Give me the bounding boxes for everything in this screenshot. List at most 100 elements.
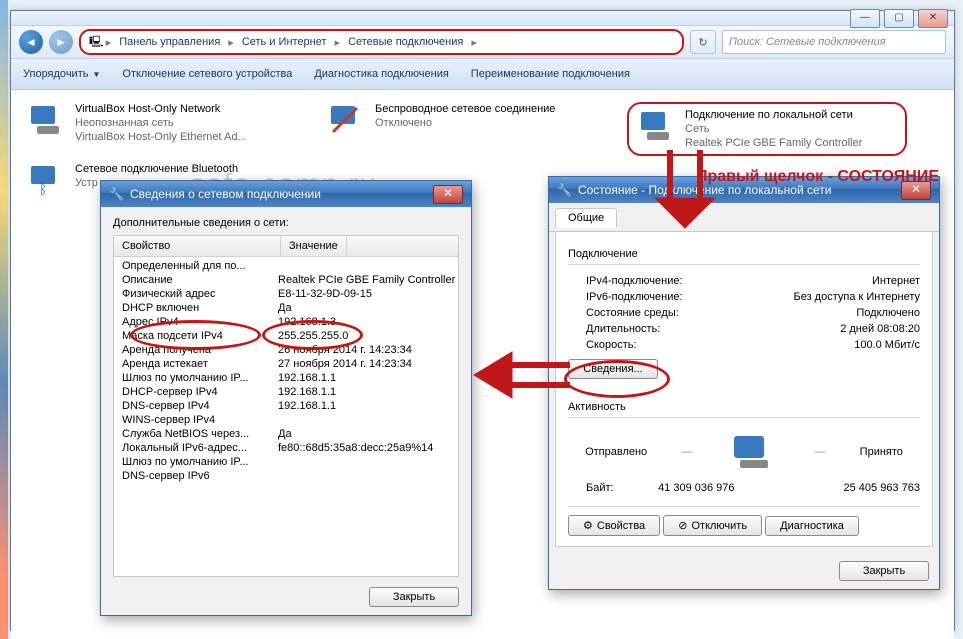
value-cell: Realtek PCIe GBE Family Controller [272, 274, 458, 286]
explorer-caption: — ▢ ✕ [11, 11, 954, 26]
status-key: Длительность: [586, 323, 660, 335]
bytes-label: Байт: [586, 482, 614, 494]
column-property[interactable]: Свойство [114, 236, 281, 256]
property-cell: DHCP включен [114, 302, 272, 314]
search-input[interactable]: Поиск: Сетевые подключения [722, 30, 946, 54]
details-button[interactable]: Сведения... [568, 359, 658, 379]
connection-title: Подключение по локальной сети [685, 108, 862, 122]
activity-icon [726, 432, 780, 472]
property-cell: Аренда получена [114, 344, 272, 356]
close-button[interactable]: ✕ [918, 9, 948, 28]
table-row[interactable]: Маска подсети IPv4255.255.255.0 [114, 329, 458, 343]
diagnose-button[interactable]: Диагностика [765, 516, 859, 536]
property-cell: Шлюз по умолчанию IP... [114, 372, 272, 384]
status-key: IPv4-подключение: [586, 275, 683, 287]
crumb[interactable]: Сетевые подключения [342, 36, 469, 48]
property-cell: DNS-сервер IPv6 [114, 470, 272, 482]
toolbar-diagnose[interactable]: Диагностика подключения [314, 68, 448, 80]
disable-icon: ⊘ [678, 520, 687, 532]
close-button[interactable]: Закрыть [369, 587, 459, 607]
table-row[interactable]: DHCP-сервер IPv4192.168.1.1 [114, 385, 458, 399]
svg-text:ᛒ: ᛒ [39, 181, 47, 197]
connection-item-lan[interactable]: Подключение по локальной сети Сеть Realt… [627, 102, 907, 156]
table-row[interactable]: DHCP включенДа [114, 301, 458, 315]
table-row[interactable]: Адрес IPv4192.168.1.3 [114, 315, 458, 329]
dialog-icon: 🔧 [109, 187, 124, 201]
close-button[interactable]: Закрыть [839, 561, 929, 581]
breadcrumb[interactable]: 🖳 ▸ Панель управления ▸ Сеть и Интернет … [79, 29, 684, 55]
table-row[interactable]: DNS-сервер IPv4192.168.1.1 [114, 399, 458, 413]
status-key: IPv6-подключение: [586, 291, 683, 303]
table-row[interactable]: Шлюз по умолчанию IP...192.168.1.1 [114, 371, 458, 385]
connection-title: Сетевое подключение Bluetooth [75, 162, 238, 176]
tab-general[interactable]: Общие [555, 208, 617, 228]
dialog-titlebar[interactable]: 🔧 Сведения о сетевом подключении ✕ [101, 181, 471, 207]
disable-button[interactable]: ⊘Отключить [663, 515, 762, 536]
table-row[interactable]: Шлюз по умолчанию IP... [114, 455, 458, 469]
nav-back-button[interactable]: ◄ [19, 30, 43, 54]
status-value: Интернет [872, 275, 920, 287]
crumb[interactable]: Панель управления [113, 36, 226, 48]
value-cell: 192.168.1.1 [272, 400, 458, 412]
status-row: IPv6-подключение: Без доступа к Интернету [568, 289, 920, 305]
status-row: Длительность:2 дней 08:08:20 [568, 321, 920, 337]
table-row[interactable]: ОписаниеRealtek PCIe GBE Family Controll… [114, 273, 458, 287]
bytes-sent: 41 309 036 976 [658, 482, 734, 494]
connection-title: Беспроводное сетевое соединение [375, 102, 555, 116]
table-row[interactable]: Определенный для по... [114, 259, 458, 273]
value-cell: 192.168.1.1 [272, 372, 458, 384]
value-cell [272, 414, 458, 426]
table-row[interactable]: DNS-сервер IPv6 [114, 469, 458, 483]
property-cell: Физический адрес [114, 288, 272, 300]
network-adapter-icon [327, 102, 367, 138]
status-value: Без доступа к Интернету [793, 291, 920, 303]
property-cell: Служба NetBIOS через... [114, 428, 272, 440]
table-row[interactable]: Служба NetBIOS через...Да [114, 427, 458, 441]
property-cell: WINS-сервер IPv4 [114, 414, 272, 426]
dialog-icon: 🔧 [557, 183, 572, 197]
search-placeholder: Поиск: Сетевые подключения [729, 36, 886, 48]
connection-status: Неопознанная сеть [75, 116, 247, 130]
value-cell: Да [272, 302, 458, 314]
maximize-button[interactable]: ▢ [884, 9, 914, 28]
connection-item[interactable]: Беспроводное сетевое соединение Отключен… [327, 102, 587, 156]
property-cell: Определенный для по... [114, 260, 272, 272]
table-row[interactable]: Физический адресE8-11-32-9D-09-15 [114, 287, 458, 301]
connection-device: Realtek PCIe GBE Family Controller [685, 136, 862, 150]
dialog-subtitle: Дополнительные сведения о сети: [113, 217, 459, 229]
toolbar-organize[interactable]: Упорядочить ▼ [23, 68, 100, 80]
minimize-button[interactable]: — [850, 9, 880, 28]
property-cell: Маска подсети IPv4 [114, 330, 272, 342]
connection-item[interactable]: VirtualBox Host-Only Network Неопознанна… [27, 102, 287, 156]
property-cell: Локальный IPv6-адрес... [114, 442, 272, 454]
table-row[interactable]: Локальный IPv6-адрес...fe80::68d5:35a8:d… [114, 441, 458, 455]
property-cell: Аренда истекает [114, 358, 272, 370]
nav-forward-button[interactable]: ► [49, 30, 73, 54]
dialog-close-button[interactable]: ✕ [433, 185, 463, 204]
value-cell: E8-11-32-9D-09-15 [272, 288, 458, 300]
recv-label: Принято [860, 446, 903, 458]
refresh-button[interactable]: ↻ [690, 30, 716, 54]
details-table: Свойство Значение Определенный для по...… [113, 235, 459, 577]
value-cell: 26 ноября 2014 г. 14:23:34 [272, 344, 458, 356]
table-row[interactable]: Аренда получена26 ноября 2014 г. 14:23:3… [114, 343, 458, 357]
value-cell: 27 ноября 2014 г. 14:23:34 [272, 358, 458, 370]
status-row: Состояние среды:Подключено [568, 305, 920, 321]
toolbar-rename[interactable]: Переименование подключения [471, 68, 630, 80]
value-cell: 192.168.1.1 [272, 386, 458, 398]
properties-button[interactable]: ⚙Свойства [568, 515, 660, 536]
annotation-text: Правый щелчок - СОСТОЯНИЕ [696, 168, 939, 186]
connection-status-dialog: 🔧 Состояние - Подключение по локальной с… [548, 176, 940, 590]
table-row[interactable]: Аренда истекает27 ноября 2014 г. 14:23:3… [114, 357, 458, 371]
group-connection: Подключение [568, 248, 920, 260]
status-row: Скорость:100.0 Мбит/с [568, 337, 920, 353]
table-row[interactable]: WINS-сервер IPv4 [114, 413, 458, 427]
bluetooth-icon: ᛒ [27, 162, 67, 198]
status-row: IPv4-подключение: Интернет [568, 273, 920, 289]
column-value[interactable]: Значение [281, 236, 347, 256]
bytes-recv: 25 405 963 763 [844, 482, 920, 494]
crumb[interactable]: Сеть и Интернет [236, 36, 333, 48]
nav-bar: ◄ ► 🖳 ▸ Панель управления ▸ Сеть и Интер… [11, 26, 954, 59]
toolbar-disable[interactable]: Отключение сетевого устройства [122, 68, 292, 80]
network-adapter-icon [27, 102, 67, 138]
